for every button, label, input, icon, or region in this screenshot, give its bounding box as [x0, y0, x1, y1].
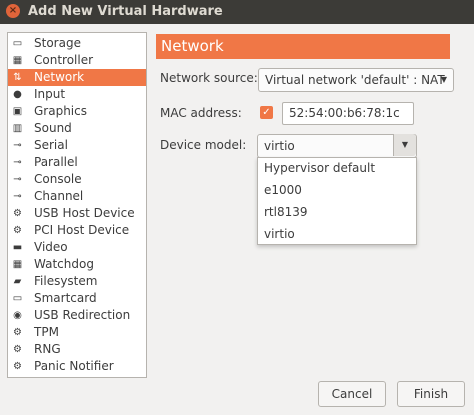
sidebar-item-label: Panic Notifier: [34, 359, 114, 373]
sidebar-item-filesystem[interactable]: ▰ Filesystem: [8, 273, 146, 290]
sidebar-item-graphics[interactable]: ▣ Graphics: [8, 103, 146, 120]
chevron-down-icon[interactable]: ▼: [393, 134, 416, 156]
sidebar-item-sound[interactable]: ▥ Sound: [8, 120, 146, 137]
console-icon: ⊸: [13, 174, 22, 185]
sidebar-item-label: Network: [34, 70, 85, 84]
parallel-icon: ⊸: [13, 157, 22, 168]
folder-icon: ▰: [13, 276, 22, 287]
sidebar-item-network[interactable]: ⇅ Network: [8, 69, 146, 86]
hardware-list: ▭ Storage ▦ Controller ⇅ Network ● Input ▣ Gr…: [7, 32, 147, 378]
dropdown-option[interactable]: rtl8139: [264, 205, 308, 219]
panic-notifier-icon: ⚙: [13, 361, 22, 372]
network-icon: ⇅: [13, 72, 22, 83]
sidebar-item-label: Watchdog: [34, 257, 94, 271]
sidebar-item-label: Sound: [34, 121, 72, 135]
dropdown-option[interactable]: Hypervisor default: [264, 161, 375, 175]
sidebar-item-tpm[interactable]: ⚙ TPM: [8, 324, 146, 341]
serial-icon: ⊸: [13, 140, 22, 151]
usb-redirection-icon: ◉: [13, 310, 22, 321]
device-model-label: Device model:: [160, 138, 247, 152]
sidebar-item-label: Channel: [34, 189, 84, 203]
tpm-icon: ⚙: [13, 327, 22, 338]
device-model-value: virtio: [264, 139, 295, 153]
sidebar-item-label: Console: [34, 172, 82, 186]
finish-button[interactable]: Finish: [397, 381, 465, 407]
sidebar-item-label: TPM: [34, 325, 59, 339]
mac-address-checkbox[interactable]: ✓: [260, 106, 273, 119]
video-icon: ▬: [12, 242, 23, 253]
cancel-button[interactable]: Cancel: [318, 381, 386, 407]
mouse-icon: ●: [13, 89, 22, 100]
sidebar-item-label: Input: [34, 87, 66, 101]
mac-address-value: 52:54:00:b6:78:1c: [289, 106, 400, 120]
dropdown-option[interactable]: e1000: [264, 183, 302, 197]
sidebar-item-label: USB Redirection: [34, 308, 131, 322]
sound-icon: ▥: [12, 123, 23, 134]
sidebar-item-label: Video: [34, 240, 68, 254]
mac-address-label: MAC address:: [160, 106, 242, 120]
chevron-down-icon: ▼: [440, 75, 447, 84]
section-header: Network: [156, 34, 450, 59]
storage-icon: ▭: [12, 38, 23, 49]
mac-address-field[interactable]: 52:54:00:b6:78:1c: [282, 102, 414, 125]
sidebar-item-label: Controller: [34, 53, 94, 67]
sidebar-item-watchdog[interactable]: ▦ Watchdog: [8, 256, 146, 273]
title-bar: × Add New Virtual Hardware: [0, 0, 474, 24]
sidebar-item-label: Graphics: [34, 104, 87, 118]
controller-icon: ▦: [12, 55, 23, 66]
network-source-value: Virtual network 'default' : NAT: [265, 73, 445, 87]
sidebar-item-input[interactable]: ● Input: [8, 86, 146, 103]
sidebar-item-label: PCI Host Device: [34, 223, 130, 237]
dropdown-option[interactable]: virtio: [264, 227, 295, 241]
sidebar-item-video[interactable]: ▬ Video: [8, 239, 146, 256]
rng-icon: ⚙: [13, 344, 22, 355]
sidebar-item-label: Storage: [34, 36, 81, 50]
sidebar-item-controller[interactable]: ▦ Controller: [8, 52, 146, 69]
sidebar-item-smartcard[interactable]: ▭ Smartcard: [8, 290, 146, 307]
smartcard-icon: ▭: [12, 293, 23, 304]
usb-host-icon: ⚙: [13, 208, 22, 219]
sidebar-item-console[interactable]: ⊸ Console: [8, 171, 146, 188]
sidebar-item-pci-host-device[interactable]: ⚙ PCI Host Device: [8, 222, 146, 239]
sidebar-item-channel[interactable]: ⊸ Channel: [8, 188, 146, 205]
sidebar-item-label: Smartcard: [34, 291, 97, 305]
pci-host-icon: ⚙: [13, 225, 22, 236]
close-icon[interactable]: ×: [6, 4, 20, 18]
watchdog-icon: ▦: [12, 259, 23, 270]
sidebar-item-panic-notifier[interactable]: ⚙ Panic Notifier: [8, 358, 146, 375]
sidebar-item-label: Parallel: [34, 155, 78, 169]
add-hardware-dialog: × Add New Virtual Hardware ▭ Storage ▦ Con…: [0, 0, 474, 415]
sidebar-item-label: Filesystem: [34, 274, 98, 288]
network-source-label: Network source:: [160, 71, 258, 85]
sidebar-item-label: RNG: [34, 342, 61, 356]
sidebar-item-usb-redirection[interactable]: ◉ USB Redirection: [8, 307, 146, 324]
graphics-icon: ▣: [12, 106, 23, 117]
sidebar-item-parallel[interactable]: ⊸ Parallel: [8, 154, 146, 171]
window-title: Add New Virtual Hardware: [28, 4, 223, 19]
network-source-select[interactable]: Virtual network 'default' : NAT ▼: [258, 68, 454, 92]
sidebar-item-serial[interactable]: ⊸ Serial: [8, 137, 146, 154]
section-title: Network: [161, 37, 224, 55]
sidebar-item-rng[interactable]: ⚙ RNG: [8, 341, 146, 358]
sidebar-item-storage[interactable]: ▭ Storage: [8, 35, 146, 52]
device-model-dropdown: Hypervisor default e1000 rtl8139 virtio: [257, 157, 417, 245]
channel-icon: ⊸: [13, 191, 22, 202]
sidebar-item-label: Serial: [34, 138, 68, 152]
sidebar-item-label: USB Host Device: [34, 206, 135, 220]
sidebar-item-usb-host-device[interactable]: ⚙ USB Host Device: [8, 205, 146, 222]
